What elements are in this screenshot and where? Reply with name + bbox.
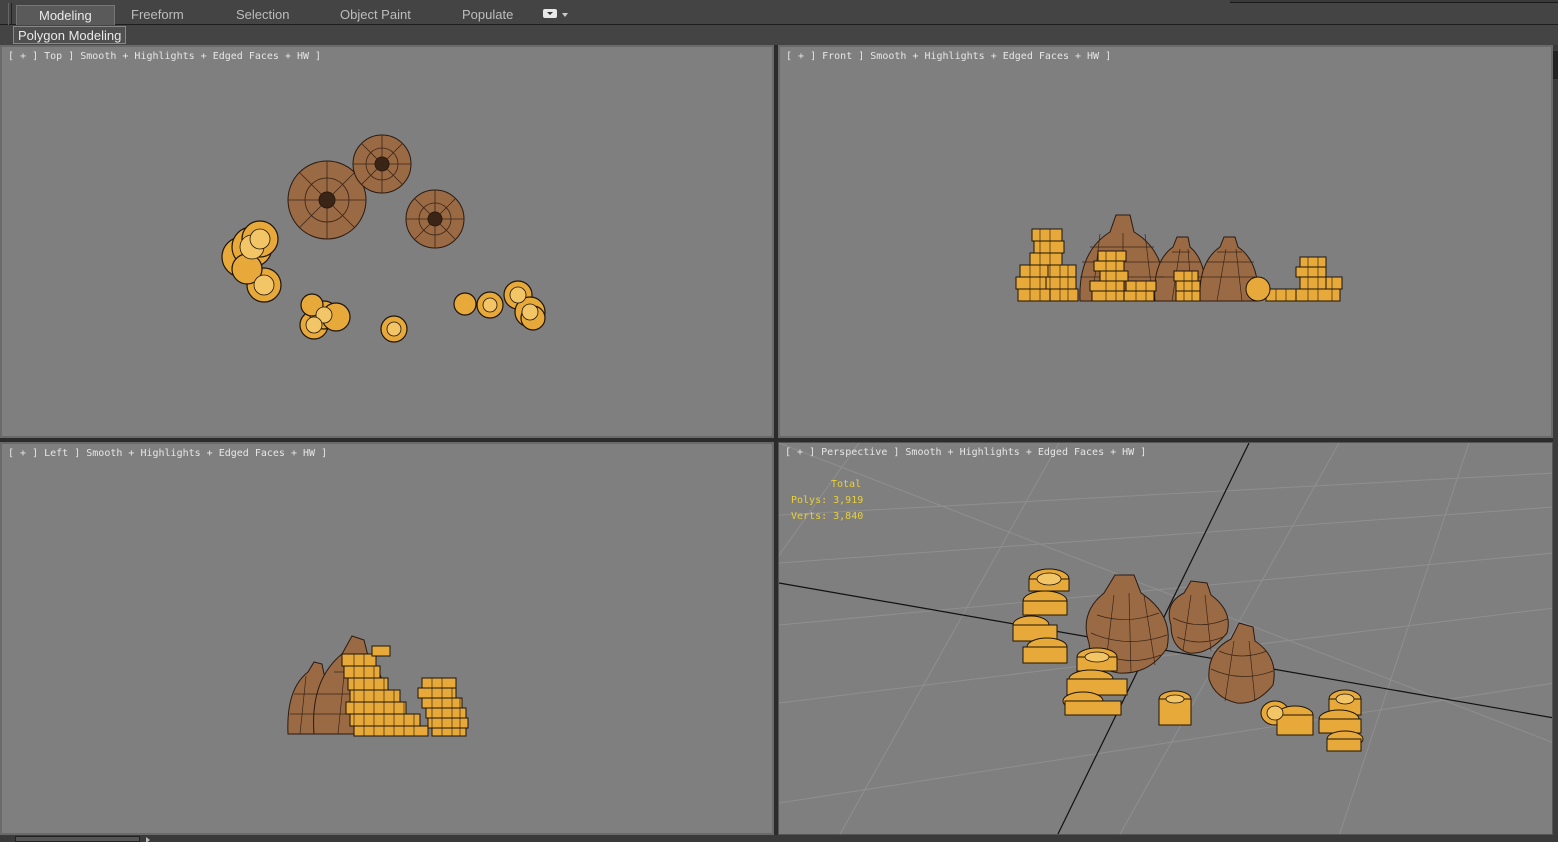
ribbon-options-icon[interactable]	[543, 9, 557, 18]
top-bags	[287, 134, 465, 249]
stats-verts: Verts: 3,840	[791, 511, 864, 522]
left-coins	[341, 645, 469, 737]
left-view-scene	[287, 635, 469, 737]
stats-total-label: Total	[831, 479, 862, 490]
tab-populate[interactable]: Populate	[462, 5, 513, 25]
viewport-front[interactable]: [ + ] Front ] Smooth + Highlights + Edge…	[778, 45, 1553, 438]
time-slider[interactable]	[15, 836, 140, 842]
tab-object-paint[interactable]: Object Paint	[340, 5, 411, 25]
viewport-label-left[interactable]: [ + ] Left ] Smooth + Highlights + Edged…	[8, 448, 327, 459]
viewport-perspective[interactable]: [ + ] Perspective ] Smooth + Highlights …	[778, 442, 1553, 835]
viewport-label-top[interactable]: [ + ] Top ] Smooth + Highlights + Edged …	[8, 51, 321, 62]
viewport-left[interactable]: [ + ] Left ] Smooth + Highlights + Edged…	[0, 442, 774, 835]
sub-ribbon: Polygon Modeling	[0, 25, 1558, 45]
tab-selection[interactable]: Selection	[236, 5, 289, 25]
viewport-label-front[interactable]: [ + ] Front ] Smooth + Highlights + Edge…	[786, 51, 1111, 62]
chevron-down-icon[interactable]	[562, 13, 568, 17]
stats-polys: Polys: 3,919	[791, 495, 864, 506]
ribbon-tabs: Modeling Freeform Selection Object Paint…	[0, 0, 1558, 43]
tab-modeling[interactable]: Modeling	[16, 5, 115, 25]
ribbon-top-edge	[1230, 0, 1558, 3]
top-view-scene	[221, 134, 546, 343]
right-command-panel-edge	[1553, 45, 1558, 835]
right-scrollbar[interactable]	[1553, 51, 1558, 79]
polygon-modeling-panel[interactable]: Polygon Modeling	[13, 26, 127, 44]
perspective-scene	[779, 443, 1552, 834]
viewport-top[interactable]: [ + ] Top ] Smooth + Highlights + Edged …	[0, 45, 774, 438]
next-frame-icon[interactable]	[146, 837, 150, 842]
front-view-scene	[1015, 214, 1343, 302]
tab-freeform[interactable]: Freeform	[131, 5, 184, 25]
scene-statistics: Total Polys: 3,919 Verts: 3,840	[791, 477, 863, 525]
time-slider-bar	[0, 835, 1558, 842]
viewport-label-perspective[interactable]: [ + ] Perspective ] Smooth + Highlights …	[785, 447, 1146, 458]
